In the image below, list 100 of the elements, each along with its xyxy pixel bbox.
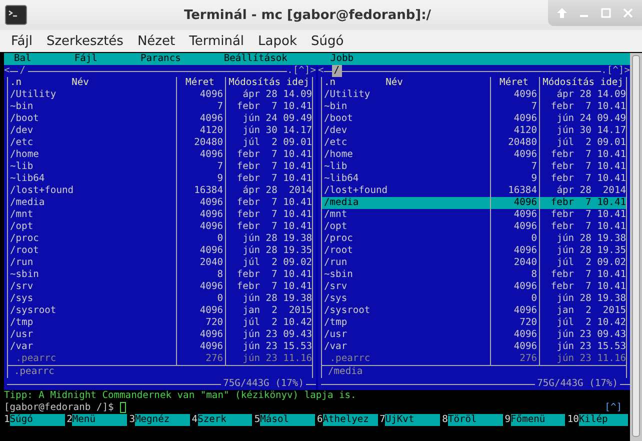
menu-item[interactable]: Parancs	[140, 53, 181, 65]
file-row[interactable]: /root 4096 jún 28 19.35	[8, 245, 312, 257]
function-key[interactable]: ÚjKvt	[385, 414, 440, 426]
file-row[interactable]: ~lib64 9 febr 7 10.41	[8, 173, 312, 185]
sort-indicator[interactable]: .n	[10, 77, 22, 89]
file-row[interactable]: /usr 4096 jún 23 09.43	[322, 329, 626, 341]
file-row[interactable]: /var 4096 jún 23 15.53	[8, 341, 312, 353]
function-key[interactable]: Töröl	[448, 414, 503, 426]
file-row[interactable]: /dev 4120 jún 30 14.17	[322, 125, 626, 137]
close-icon[interactable]	[622, 7, 634, 19]
file-row[interactable]: /mnt 4096 febr 7 10.41	[8, 209, 312, 221]
file-name: /Utility	[10, 89, 56, 101]
file-row[interactable]: /Utility 4096 ápr 28 14.09	[8, 89, 312, 101]
function-key[interactable]: Szerk	[198, 414, 252, 426]
file-row[interactable]: /usr 4096 jún 23 09.43	[8, 329, 312, 341]
file-row[interactable]: /var 4096 jún 23 15.53	[322, 341, 626, 353]
file-size: 20480	[194, 137, 223, 148]
column-header[interactable]: Módosítás idej	[225, 77, 312, 89]
column-header[interactable]: Méret	[490, 77, 539, 89]
column-header[interactable]: Módosítás idej	[539, 77, 626, 89]
hotlist-button[interactable]: .[^]>	[601, 65, 630, 77]
file-row[interactable]: /opt 4096 febr 7 10.41	[8, 221, 312, 233]
file-size: 4096	[200, 221, 223, 232]
hotlist-button[interactable]: .[^]>	[287, 65, 316, 77]
file-row[interactable]: ~sbin 8 febr 7 10.41	[8, 269, 312, 281]
file-row[interactable]: /home 4096 febr 7 10.41	[322, 149, 626, 161]
file-row[interactable]: ~bin 7 febr 7 10.41	[322, 101, 626, 113]
scrollbar[interactable]	[630, 53, 642, 441]
column-header[interactable]: Név	[386, 77, 403, 89]
file-row[interactable]: /media 4096 febr 7 10.41	[8, 197, 312, 209]
file-row[interactable]: .pearrc 276 jún 23 11.16	[8, 353, 312, 365]
file-row[interactable]: /dev 4120 jún 30 14.17	[8, 125, 312, 137]
nav-arrow[interactable]: <	[318, 65, 324, 77]
function-key[interactable]: Súgó	[10, 414, 65, 426]
function-key[interactable]: Áthelyez	[322, 414, 378, 426]
file-row[interactable]: ~lib 7 febr 7 10.41	[322, 161, 626, 173]
file-row[interactable]: ~lib 7 febr 7 10.41	[8, 161, 312, 173]
file-row[interactable]: .pearrc 276 jún 23 11.16	[322, 353, 626, 365]
file-row[interactable]: ~lib64 9 febr 7 10.41	[322, 173, 626, 185]
file-row[interactable]: /sys 0 jún 28 19.38	[8, 293, 312, 305]
file-row[interactable]: /mnt 4096 febr 7 10.41	[322, 209, 626, 221]
file-row[interactable]: /boot 4096 jún 24 09.49	[8, 113, 312, 125]
sort-indicator[interactable]: .n	[324, 77, 336, 89]
function-key[interactable]: Kilép	[578, 414, 628, 426]
file-row[interactable]: /proc 0 jún 28 19.38	[8, 233, 312, 245]
up-arrow-icon[interactable]	[556, 7, 568, 19]
file-row[interactable]: /tmp 720 júl 2 10.42	[322, 317, 626, 329]
file-row[interactable]: /Utility 4096 ápr 28 14.09	[322, 89, 626, 101]
file-date: febr 7 10.41	[236, 101, 312, 112]
menu-item[interactable]: Beállítások	[224, 53, 288, 65]
menu-item[interactable]: Bal	[14, 53, 32, 65]
scrollbar-thumb[interactable]	[632, 55, 640, 437]
function-key[interactable]: Megnéz	[134, 414, 190, 426]
menu-item[interactable]: Terminál	[182, 34, 252, 48]
file-row[interactable]: /etc 20480 júl 2 09.01	[8, 137, 312, 149]
column-header[interactable]: Név	[72, 77, 89, 89]
function-key[interactable]: Menü	[72, 414, 128, 426]
file-row[interactable]: /etc 20480 júl 2 09.01	[322, 137, 626, 149]
file-row[interactable]: /sysroot 4096 jan 2 2015	[322, 305, 626, 317]
file-row[interactable]: /home 4096 febr 7 10.41	[8, 149, 312, 161]
menu-item[interactable]: Jobb	[330, 53, 354, 65]
file-size: 9	[217, 173, 223, 184]
key-number: 6	[316, 414, 323, 426]
file-size: 8	[217, 269, 223, 280]
menu-item[interactable]: Nézet	[130, 34, 182, 48]
function-key[interactable]: Másol	[260, 414, 315, 426]
file-row[interactable]: /media 4096 febr 7 10.41	[322, 197, 626, 209]
menu-item[interactable]: Fájl	[74, 53, 98, 65]
file-date: febr 7 10.41	[236, 281, 312, 292]
file-size: 0	[531, 293, 537, 304]
hint-toggle[interactable]: [^]	[604, 402, 622, 414]
menu-item[interactable]: Súgó	[304, 34, 351, 48]
file-row[interactable]: /opt 4096 febr 7 10.41	[322, 221, 626, 233]
file-row[interactable]: /proc 0 jún 28 19.38	[322, 233, 626, 245]
file-row[interactable]: /run 2040 júl 2 09.02	[322, 257, 626, 269]
file-row[interactable]: /boot 4096 jún 24 09.49	[322, 113, 626, 125]
file-row[interactable]: ~bin 7 febr 7 10.41	[8, 101, 312, 113]
file-date: jún 23 11.16	[556, 353, 626, 364]
file-name: /tmp	[324, 317, 348, 329]
menu-item[interactable]: Szerkesztés	[39, 34, 130, 48]
file-row[interactable]: /sysroot 4096 jan 2 2015	[8, 305, 312, 317]
menu-item[interactable]: Fájl	[4, 34, 40, 48]
file-row[interactable]: /sys 0 jún 28 19.38	[322, 293, 626, 305]
file-date: febr 7 10.41	[550, 221, 626, 232]
file-date: jún 24 09.49	[556, 113, 626, 124]
file-row[interactable]: /srv 4096 febr 7 10.41	[8, 281, 312, 293]
file-row[interactable]: /run 2040 júl 2 09.02	[8, 257, 312, 269]
file-row[interactable]: /root 4096 jún 28 19.35	[322, 245, 626, 257]
file-row[interactable]: ~sbin 8 febr 7 10.41	[322, 269, 626, 281]
menu-item[interactable]: Lapok	[251, 34, 304, 48]
nav-arrow[interactable]: <	[4, 65, 10, 77]
file-date: ápr 28 14.09	[242, 89, 312, 100]
file-date: jan 2 2015	[556, 305, 626, 316]
file-row[interactable]: /lost+found 16384 ápr 28 2014	[8, 185, 312, 197]
column-header[interactable]: Méret	[176, 77, 225, 89]
file-row[interactable]: /srv 4096 febr 7 10.41	[322, 281, 626, 293]
maximize-icon[interactable]	[600, 7, 612, 19]
file-date: jún 28 19.38	[556, 233, 626, 244]
file-row[interactable]: /tmp 720 júl 2 10.42	[8, 317, 312, 329]
function-key[interactable]: Főmenü	[510, 414, 566, 426]
